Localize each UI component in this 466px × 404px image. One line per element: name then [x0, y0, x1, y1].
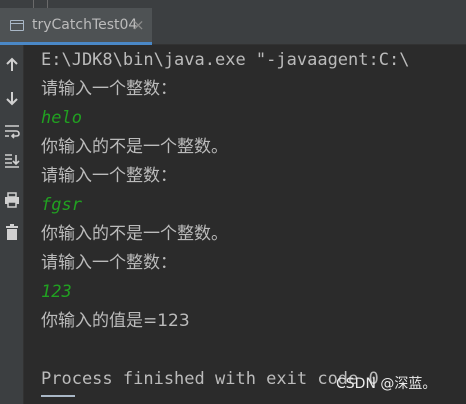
console-cursor [41, 395, 75, 397]
trash-icon[interactable] [3, 223, 21, 241]
print-icon[interactable] [3, 191, 21, 209]
console-output[interactable]: E:\JDK8\bin\java.exe "-javaagent:C:\ 请输入… [25, 45, 466, 404]
arrow-down-icon[interactable] [3, 89, 21, 107]
console-line-prompt: 请输入一个整数： [41, 79, 177, 99]
top-strip-mark [47, 0, 48, 8]
tab-close-icon[interactable]: × [132, 16, 145, 34]
scroll-to-end-icon[interactable] [3, 152, 21, 170]
console-line-error: 你输入的不是一个整数。 [41, 224, 228, 244]
arrow-up-icon[interactable] [3, 56, 21, 74]
soft-wrap-icon[interactable] [3, 122, 21, 140]
console-line-result: 你输入的值是=123 [41, 311, 190, 331]
console-tab-icon [10, 20, 24, 31]
tab-trycatchtest04[interactable]: tryCatchTest04 × [0, 8, 152, 45]
top-strip-mark [33, 0, 34, 8]
console-line-prompt: 请输入一个整数： [41, 166, 177, 186]
console-line-prompt: 请输入一个整数： [41, 253, 177, 273]
console-line-error: 你输入的不是一个整数。 [41, 137, 228, 157]
console-line: E:\JDK8\bin\java.exe "-javaagent:C:\ [41, 50, 410, 70]
console-line-user-input: fgsr [41, 195, 82, 215]
console-line-user-input: helo [41, 108, 82, 128]
tab-bar: tryCatchTest04 × [0, 8, 466, 45]
watermark: CSDN @深蓝。 [336, 376, 437, 392]
console-line-exit: Process finished with exit code 0 [41, 369, 379, 389]
top-strip [0, 0, 466, 8]
tab-label: tryCatchTest04 [32, 17, 138, 33]
console-toolbar [0, 45, 24, 404]
console-line-user-input: 123 [41, 282, 72, 302]
